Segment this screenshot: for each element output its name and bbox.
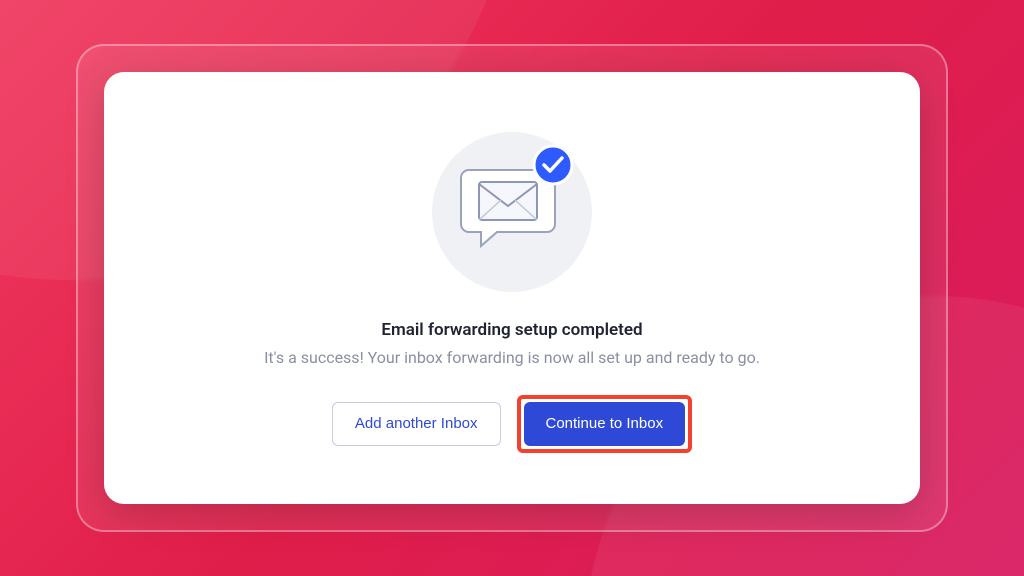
dialog-frame: Email forwarding setup completed It's a … xyxy=(76,44,948,532)
checkmark-badge-icon xyxy=(532,144,574,190)
highlighted-action: Continue to Inbox xyxy=(517,395,693,453)
success-illustration xyxy=(432,132,592,292)
dialog-title: Email forwarding setup completed xyxy=(381,320,642,340)
dialog-subtitle: It's a success! Your inbox forwarding is… xyxy=(264,348,760,367)
continue-to-inbox-button[interactable]: Continue to Inbox xyxy=(524,402,686,446)
add-another-inbox-button[interactable]: Add another Inbox xyxy=(332,402,501,446)
dialog-actions: Add another Inbox Continue to Inbox xyxy=(332,395,692,453)
success-dialog: Email forwarding setup completed It's a … xyxy=(104,72,920,504)
